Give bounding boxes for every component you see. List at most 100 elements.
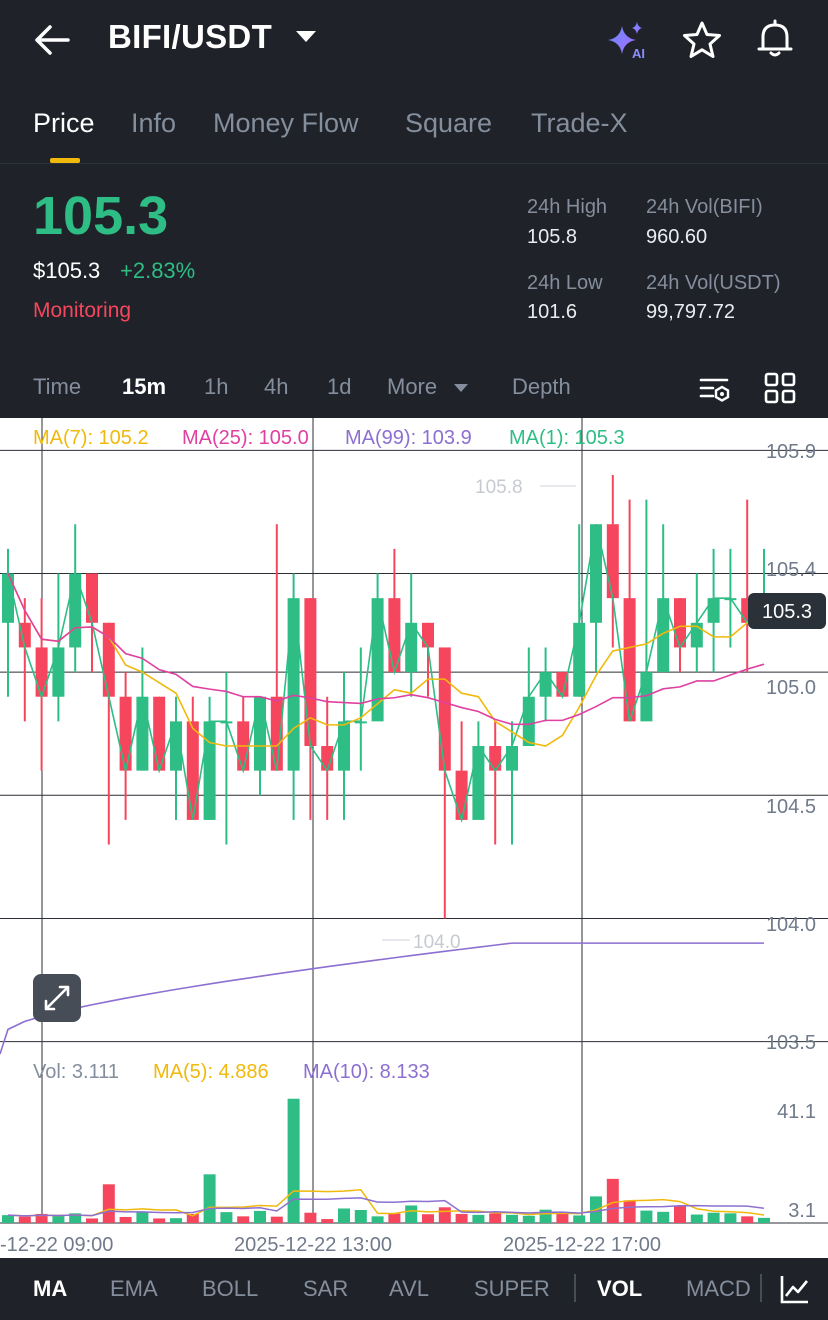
divider [760,1274,762,1302]
indicator-settings-icon[interactable] [778,1272,812,1306]
ma25-legend: MA(25): 105.0 [182,427,309,449]
volume-bar [153,1218,166,1223]
pair-dropdown-icon[interactable] [296,31,316,42]
volume-bar [640,1210,653,1223]
volume-bar [690,1214,703,1223]
candle-body [35,647,48,697]
volume-bar [522,1215,535,1223]
volume-bar [489,1213,502,1223]
indicator-ema[interactable]: EMA [110,1276,158,1302]
indicator-macd[interactable]: MACD [686,1276,751,1302]
volume-bar [657,1211,670,1223]
candle-body [203,721,216,820]
ai-sparkle-icon[interactable]: AI [604,20,650,62]
tab-trade-x[interactable]: Trade-X [531,108,628,139]
vol-ma10-legend: MA(10): 8.133 [303,1061,430,1083]
candle-body [522,696,535,746]
candlestick-chart[interactable]: MA(7): 105.2 MA(25): 105.0 MA(99): 103.9… [0,418,828,1258]
vol-legend: Vol: 3.111 [33,1061,119,1083]
pair-title[interactable]: BIFI/USDT [108,18,272,56]
star-icon[interactable] [682,20,722,60]
candle [472,721,485,820]
volume-bars-layer [2,1098,770,1223]
interval-more[interactable]: More [387,374,437,400]
svg-text:AI: AI [632,46,645,61]
monitoring-tag[interactable]: Monitoring [33,299,131,323]
interval-time[interactable]: Time [33,374,81,400]
candle [119,672,132,820]
indicator-ma[interactable]: MA [33,1276,67,1302]
tab-money-flow[interactable]: Money Flow [213,108,359,139]
candle-body [590,524,602,623]
layout-grid-icon[interactable] [762,370,798,406]
interval-1h[interactable]: 1h [204,374,228,400]
volume-bar [741,1216,754,1223]
tab-price[interactable]: Price [33,108,95,139]
candle-body [539,672,552,697]
usd-price: $105.3 [33,258,101,283]
volume-bar [354,1210,367,1223]
more-dropdown-icon[interactable] [454,384,468,392]
volume-bar [455,1213,468,1223]
indicator-sar[interactable]: SAR [303,1276,348,1302]
volume-bar [203,1174,216,1223]
chart-settings-icon[interactable] [697,370,733,406]
vol-base-value: 960.60 [646,226,708,248]
vol-ma5-legend: MA(5): 4.886 [153,1061,269,1083]
candle [422,622,434,697]
high-marker: 105.8 [475,477,523,498]
time-axis-label: -12-22 09:00 [0,1234,113,1256]
price-axis-label: 103.5 [766,1032,816,1054]
volume-bar [287,1098,300,1223]
volume-bar [422,1214,434,1223]
tab-square[interactable]: Square [405,108,492,139]
candle-body [573,622,586,697]
volume-bar [2,1215,14,1223]
indicator-avl[interactable]: AVL [389,1276,429,1302]
high-label: 24h High [527,196,608,218]
chart-grid [0,449,828,1224]
divider [574,1274,576,1302]
low-marker: 104.0 [413,932,461,953]
volume-bar [86,1218,98,1223]
candle [506,721,518,845]
vol-axis-label: 41.1 [777,1101,816,1123]
price-axis-label: 105.0 [766,677,816,699]
candle [220,672,233,845]
candle-body [86,573,98,623]
candle [102,622,115,845]
indicator-vol[interactable]: VOL [597,1276,642,1302]
candle [741,499,754,673]
low-value: 101.6 [527,301,578,323]
fullscreen-button[interactable] [33,974,81,1022]
candle-body [455,770,468,820]
candle [573,524,586,697]
indicator-boll[interactable]: BOLL [202,1276,258,1302]
low-label: 24h Low [527,272,603,294]
candle-body [707,598,720,623]
interval-4h[interactable]: 4h [264,374,288,400]
tab-info[interactable]: Info [131,108,176,139]
candle-body [287,598,300,771]
chart-canvas[interactable]: MA(7): 105.2 MA(25): 105.0 MA(99): 103.9… [0,418,828,1258]
interval-1d[interactable]: 1d [327,374,351,400]
candle [707,548,720,673]
indicator-super[interactable]: SUPER [474,1276,550,1302]
volume-bar [707,1212,720,1223]
candle [69,524,82,673]
last-price: 105.3 [33,186,169,246]
volume-bar [573,1215,586,1223]
volume-bar [270,1216,283,1223]
bell-icon[interactable] [754,18,796,60]
main-tabs: Price Info Money Flow Square Trade-X [0,98,828,164]
price-change: +2.83% [120,258,196,283]
candle [186,696,199,820]
interval-15m[interactable]: 15m [122,374,166,400]
interval-depth[interactable]: Depth [512,374,571,400]
candle [170,696,182,820]
price-axis-label: 104.0 [766,914,816,936]
candle [539,647,552,722]
ma7-legend: MA(7): 105.2 [33,427,149,449]
volume-bar [102,1184,115,1223]
back-arrow-icon[interactable] [30,22,74,58]
